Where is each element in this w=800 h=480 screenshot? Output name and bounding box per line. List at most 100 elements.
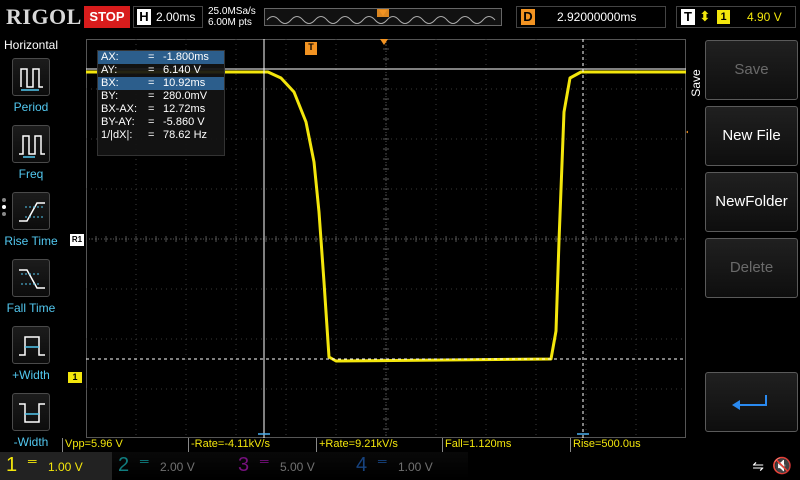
cursor-row: BX: = 10.92ms	[98, 77, 224, 90]
trigger-letter: T	[681, 9, 695, 25]
channel-4-number: 4	[356, 454, 368, 476]
cursor-name: 1/|dX|:	[101, 129, 133, 141]
delay-value: 2.92000000ms	[557, 10, 637, 24]
cursor-equals: =	[148, 129, 155, 141]
save-menu: Save Save New File NewFolder Delete	[688, 36, 800, 452]
cursor-equals: =	[148, 64, 155, 76]
timeline-waveform	[266, 9, 496, 24]
measure-fall-time-button[interactable]: Fall Time	[0, 259, 62, 325]
channel-2-box[interactable]: 2 ═ 2.00 V	[112, 452, 232, 480]
save-menu-title: Save	[689, 69, 703, 97]
cursor-name: AX:	[101, 51, 119, 63]
delete-button[interactable]: Delete	[705, 238, 798, 298]
channel-2-scale: 2.00 V	[160, 460, 195, 474]
channel-3-number: 3	[238, 454, 250, 476]
channel-2-number: 2	[118, 454, 130, 476]
delay-letter: D	[521, 9, 535, 25]
cursor-row: 1/|dX|: = 78.62 Hz	[98, 129, 224, 142]
cursor-value: -5.860 V	[163, 116, 205, 128]
measure-rise-time-button[interactable]: Rise Time	[0, 192, 62, 258]
cursor-row: BY: = 280.0mV	[98, 90, 224, 103]
cursor-equals: =	[148, 90, 155, 102]
new-file-button[interactable]: New File	[705, 106, 798, 166]
meas-fall[interactable]: Fall=1.120ms	[442, 438, 570, 452]
horizontal-letter: H	[137, 9, 151, 25]
channel-3-scale: 5.00 V	[280, 460, 315, 474]
channel-3-box[interactable]: 3 ═ 5.00 V	[232, 452, 350, 480]
cursor-equals: =	[148, 51, 155, 63]
delay-top-marker	[380, 39, 388, 45]
cursor-value: 10.92ms	[163, 77, 206, 89]
horizontal-scale-box[interactable]: H 2.00ms	[133, 6, 203, 28]
measure-pos-width-button[interactable]: +Width	[0, 326, 62, 392]
pos-width-label: +Width	[12, 368, 50, 382]
channel-1-number: 1	[6, 454, 18, 476]
channel-4-box[interactable]: 4 ═ 1.00 V	[350, 452, 468, 480]
measure-neg-width-button[interactable]: -Width	[0, 393, 62, 459]
rise-time-icon	[12, 192, 50, 230]
measure-freq-button[interactable]: Freq	[0, 125, 62, 191]
return-button[interactable]	[705, 372, 798, 432]
trigger-box[interactable]: T ⬍ 1 4.90 V	[676, 6, 796, 28]
cursor-equals: =	[148, 116, 155, 128]
cursor-readout-panel: AX: = -1.800ms AY: = 6.140 V BX: = 10.92ms BY: = 28…	[97, 50, 225, 156]
neg-width-icon	[12, 393, 50, 431]
fall-time-icon	[12, 259, 50, 297]
horizontal-scale: 2.00ms	[156, 10, 196, 24]
meas-pos-rate[interactable]: +Rate=9.21kV/s	[316, 438, 442, 452]
cursor-row: AY: = 6.140 V	[98, 64, 224, 77]
cursor-name: BX:	[101, 77, 119, 89]
meas-neg-rate[interactable]: -Rate=-4.11kV/s	[188, 438, 316, 452]
cursor-value: 6.140 V	[163, 64, 201, 76]
cursor-equals: =	[148, 77, 155, 89]
trigger-level: 4.90 V	[747, 10, 782, 24]
channel-4-coupling: ═	[378, 454, 387, 468]
channel-2-coupling: ═	[140, 454, 149, 468]
channel-1-box[interactable]: 1 ═ 1.00 V	[0, 452, 112, 480]
meas-rise[interactable]: Rise=500.0us	[570, 438, 686, 452]
cursor-value: -1.800ms	[163, 51, 209, 63]
cursor-equals: =	[148, 103, 155, 115]
cursor-value: 280.0mV	[163, 90, 208, 102]
channel-4-scale: 1.00 V	[398, 460, 433, 474]
cursor-row: BY-AY: = -5.860 V	[98, 116, 224, 129]
period-icon	[12, 58, 50, 96]
cursor-name: BY-AY:	[101, 116, 135, 128]
fall-time-label: Fall Time	[6, 301, 56, 315]
trigger-position-marker[interactable]: T	[305, 42, 317, 55]
meas-vpp[interactable]: Vpp=5.96 V	[62, 438, 188, 452]
sample-rate: 25.0MSa/s	[208, 6, 256, 17]
cursor-value: 78.62 Hz	[163, 129, 208, 141]
pos-width-icon	[12, 326, 50, 364]
speaker-muted-icon[interactable]: 🔇	[772, 456, 792, 476]
period-label: Period	[13, 100, 49, 114]
measure-category-title: Horizontal	[3, 38, 59, 52]
neg-width-label: -Width	[13, 435, 49, 449]
measure-period-button[interactable]: Period	[0, 58, 62, 124]
measurement-bar: Vpp=5.96 V -Rate=-4.11kV/s +Rate=9.21kV/…	[62, 438, 686, 452]
delay-box[interactable]: D 2.92000000ms	[516, 6, 666, 28]
cursor-row: BX-AX: = 12.72ms	[98, 103, 224, 116]
menu-page-indicator	[2, 198, 8, 216]
cursor-value: 12.72ms	[163, 103, 206, 115]
channel-1-scale: 1.00 V	[48, 460, 83, 474]
cursor-name: BX-AX:	[101, 103, 138, 115]
channel-1-coupling: ═	[28, 454, 37, 468]
brand-logo: RIGOL	[6, 4, 82, 29]
return-icon	[732, 395, 767, 410]
memory-timeline[interactable]	[264, 8, 502, 26]
freq-label: Freq	[18, 167, 44, 181]
ref-marker: R1	[70, 234, 84, 246]
measure-menu: Horizontal Period Freq Rise Time Fall Ti…	[0, 36, 62, 452]
save-button[interactable]: Save	[705, 40, 798, 100]
channel1-offset-marker[interactable]: 1	[68, 372, 82, 383]
channel-bar: 1 ═ 1.00 V 2 ═ 2.00 V 3 ═ 5.00 V 4 ═ 1.0…	[0, 452, 800, 480]
trigger-source: 1	[717, 10, 730, 24]
rise-time-label: Rise Time	[4, 234, 58, 248]
sample-info: 25.0MSa/s 6.00M pts	[208, 6, 256, 28]
cursor-row: AX: = -1.800ms	[98, 51, 224, 64]
freq-icon	[12, 125, 50, 163]
run-stop-status[interactable]: STOP	[84, 6, 130, 28]
usb-icon: ⇋	[752, 458, 764, 474]
new-folder-button[interactable]: NewFolder	[705, 172, 798, 232]
